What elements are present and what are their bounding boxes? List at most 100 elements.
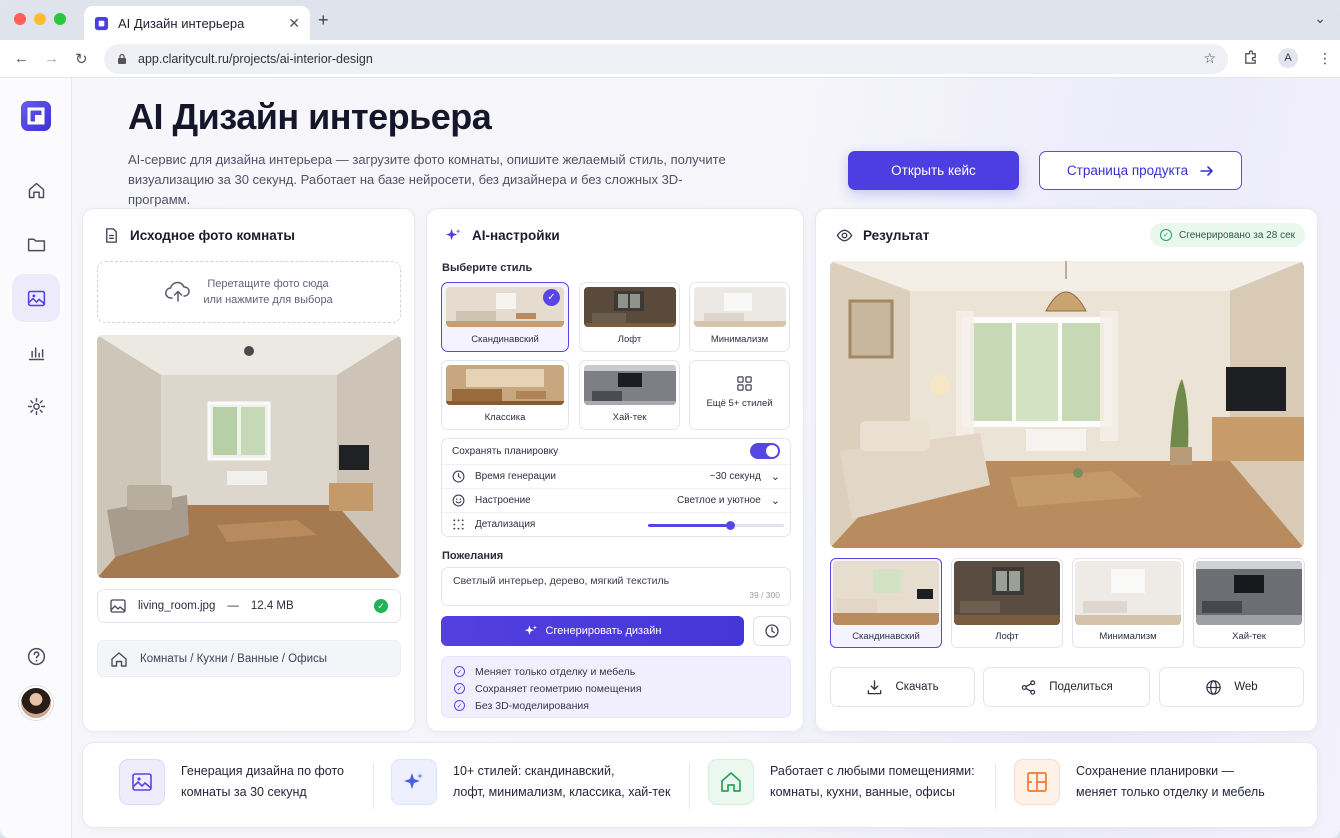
app-main: AI Дизайн интерьера AI-сервис для дизайн… bbox=[0, 78, 1340, 838]
variant-thumb bbox=[833, 561, 939, 625]
product-page-label: Страница продукта bbox=[1066, 163, 1189, 178]
style-tile-minimalism[interactable]: Минимализм bbox=[689, 282, 790, 352]
detail-slider[interactable] bbox=[648, 521, 784, 530]
result-room-photo bbox=[830, 261, 1304, 548]
app-logo-icon[interactable] bbox=[20, 100, 52, 132]
sidebar-item-settings[interactable] bbox=[12, 382, 60, 430]
classic-thumb bbox=[446, 365, 564, 405]
variant-minimalism[interactable]: Минимализм bbox=[1072, 558, 1184, 648]
style-tile-classic[interactable]: Классика bbox=[441, 360, 569, 430]
benefit-text: Меняет только отделку и мебель bbox=[475, 665, 636, 678]
variant-loft[interactable]: Лофт bbox=[951, 558, 1063, 648]
gen-time-row[interactable]: Время генерации ~30 секунд ⌄ bbox=[442, 464, 790, 488]
divider bbox=[689, 763, 690, 809]
zoom-window-button[interactable] bbox=[54, 13, 66, 25]
help-button[interactable] bbox=[12, 632, 60, 680]
generate-design-button[interactable]: Сгенерировать дизайн bbox=[441, 616, 744, 646]
variant-scandinavian[interactable]: Скандинавский bbox=[830, 558, 942, 648]
feature-line1: Работает с любыми помещениями: bbox=[770, 764, 975, 778]
feature-icon-box bbox=[708, 759, 754, 805]
history-button[interactable] bbox=[753, 616, 791, 646]
browser-window: AI Дизайн интерьера ✕ + ⌄ ← → ↻ app.clar… bbox=[0, 0, 1340, 838]
keep-layout-label: Сохранять планировку bbox=[452, 445, 559, 457]
dropzone-line1: Перетащите фото сюда bbox=[207, 278, 329, 290]
close-window-button[interactable] bbox=[14, 13, 26, 25]
detail-dots-icon bbox=[453, 519, 464, 530]
download-button[interactable]: Скачать bbox=[830, 667, 975, 707]
variant-name: Лофт bbox=[995, 631, 1019, 642]
house-icon bbox=[111, 651, 127, 667]
style-name: Скандинавский bbox=[471, 334, 539, 345]
variant-hitech[interactable]: Хай-тек bbox=[1193, 558, 1305, 648]
sidebar bbox=[0, 78, 72, 838]
uploaded-file-row: living_room.jpg — 12.4 MB ✓ bbox=[97, 589, 401, 623]
reload-button[interactable]: ↻ bbox=[75, 50, 88, 68]
address-bar[interactable]: app.claritycult.ru/projects/ai-interior-… bbox=[104, 44, 1228, 74]
features-strip: Генерация дизайна по фото комнаты за 30 с… bbox=[82, 742, 1318, 828]
share-button[interactable]: Поделиться bbox=[983, 667, 1150, 707]
product-page-button[interactable]: Страница продукта bbox=[1039, 151, 1242, 190]
browser-toolbar: ← → ↻ app.claritycult.ru/projects/ai-int… bbox=[0, 40, 1340, 78]
feature-line2: меняет только отделку и мебель bbox=[1076, 785, 1265, 799]
tab-search-icon[interactable]: ⌄ bbox=[1314, 10, 1326, 27]
close-tab-icon[interactable]: ✕ bbox=[288, 15, 300, 32]
forward-button[interactable]: → bbox=[44, 50, 59, 67]
check-circle-icon: ✓ bbox=[454, 683, 465, 694]
mood-row[interactable]: Настроение Светлое и уютное ⌄ bbox=[442, 488, 790, 512]
back-button[interactable]: ← bbox=[14, 50, 29, 67]
page-title: AI Дизайн интерьера bbox=[128, 96, 492, 137]
user-avatar[interactable] bbox=[19, 686, 53, 720]
feature-line2: лофт, минимализм, классика, хай-тек bbox=[453, 785, 671, 799]
keep-layout-row: Сохранять планировку bbox=[442, 439, 790, 463]
divider bbox=[373, 763, 374, 809]
upload-dropzone[interactable]: Перетащите фото сюда или нажмите для выб… bbox=[97, 261, 401, 323]
style-name: Лофт bbox=[617, 334, 642, 345]
minimize-window-button[interactable] bbox=[34, 13, 46, 25]
style-tile-scandinavian[interactable]: ✓ Скандинавский bbox=[441, 282, 569, 352]
arrow-right-icon bbox=[1200, 165, 1213, 176]
style-label: Выберите стиль bbox=[442, 262, 533, 274]
site-info-icon[interactable] bbox=[116, 53, 128, 65]
profile-avatar[interactable]: A bbox=[1278, 48, 1298, 68]
benefit-item: ✓ Сохраняет геометрию помещения bbox=[454, 680, 778, 697]
benefit-text: Сохраняет геометрию помещения bbox=[475, 682, 642, 695]
wishes-input[interactable]: Светлый интерьер, дерево, мягкий текстил… bbox=[441, 567, 791, 606]
detail-slider-knob[interactable] bbox=[725, 521, 735, 530]
wishes-label: Пожелания bbox=[442, 550, 504, 562]
file-name: living_room.jpg bbox=[138, 600, 216, 612]
sidebar-item-gallery[interactable] bbox=[12, 274, 60, 322]
grid-icon bbox=[737, 376, 752, 391]
style-tile-hitech[interactable]: Хай-тек bbox=[579, 360, 680, 430]
sidebar-item-home[interactable] bbox=[12, 166, 60, 214]
house-icon bbox=[721, 772, 741, 792]
gen-time-value: ~30 секунд bbox=[709, 471, 761, 482]
feature-icon-box bbox=[1014, 759, 1060, 805]
browser-menu-icon[interactable]: ⋮ bbox=[1318, 50, 1332, 67]
keep-layout-toggle[interactable] bbox=[750, 443, 780, 459]
source-card-header: Исходное фото комнаты bbox=[103, 227, 295, 244]
bookmark-star-icon[interactable]: ☆ bbox=[1203, 50, 1216, 67]
detail-slider-fill bbox=[648, 524, 730, 527]
new-tab-button[interactable]: + bbox=[318, 10, 329, 31]
benefits-list: ✓ Меняет только отделку и мебель ✓ Сохраня… bbox=[441, 656, 791, 718]
web-button[interactable]: Web bbox=[1159, 667, 1304, 707]
style-name: Классика bbox=[484, 412, 526, 423]
layout-icon bbox=[1027, 772, 1047, 792]
browser-tab[interactable]: AI Дизайн интерьера ✕ bbox=[84, 6, 310, 40]
more-styles-tile[interactable]: Ещё 5+ стилей bbox=[689, 360, 790, 430]
sidebar-item-projects[interactable] bbox=[12, 220, 60, 268]
mood-value: Светлое и уютное bbox=[677, 495, 761, 506]
tab-strip: AI Дизайн интерьера ✕ + ⌄ bbox=[0, 0, 1340, 40]
benefit-item: ✓ Меняет только отделку и мебель bbox=[454, 663, 778, 680]
chevron-down-icon: ⌄ bbox=[770, 471, 780, 483]
page-subtitle: AI-сервис для дизайна интерьера — загруз… bbox=[128, 152, 726, 207]
open-case-button[interactable]: Открыть кейс bbox=[848, 151, 1019, 190]
check-circle-icon: ✓ bbox=[454, 700, 465, 711]
generated-time-badge: ✓ Сгенерировано за 28 сек bbox=[1150, 223, 1305, 247]
feature-icon-box bbox=[119, 759, 165, 805]
extensions-icon[interactable] bbox=[1243, 50, 1258, 65]
room-types-text: Комнаты / Кухни / Ванные / Офисы bbox=[140, 652, 328, 665]
feature-icon-box bbox=[391, 759, 437, 805]
sidebar-item-analytics[interactable] bbox=[12, 328, 60, 376]
style-tile-loft[interactable]: Лофт bbox=[579, 282, 680, 352]
